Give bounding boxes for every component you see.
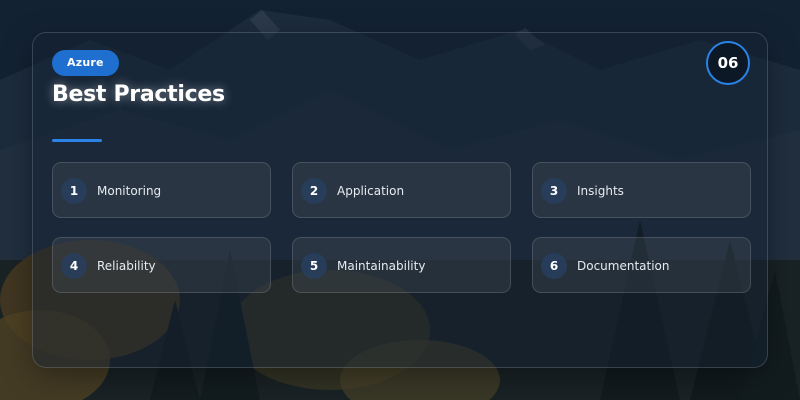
card-label: Insights: [577, 184, 624, 198]
card-label: Maintainability: [337, 259, 426, 273]
slide-number-badge: 06: [706, 41, 750, 85]
practice-card-insights[interactable]: 3 Insights: [532, 162, 751, 218]
card-number-badge: 3: [541, 178, 567, 204]
practice-card-application[interactable]: 2 Application: [292, 162, 511, 218]
practice-card-maintainability[interactable]: 5 Maintainability: [292, 237, 511, 293]
card-label: Monitoring: [97, 184, 162, 198]
card-number-badge: 2: [301, 178, 327, 204]
title-accent-rule: [52, 139, 102, 142]
card-label: Application: [337, 184, 405, 198]
card-label: Documentation: [577, 259, 670, 273]
practice-card-documentation[interactable]: 6 Documentation: [532, 237, 751, 293]
card-number-badge: 6: [541, 253, 567, 279]
practice-card-monitoring[interactable]: 1 Monitoring: [52, 162, 271, 218]
card-number-badge: 4: [61, 253, 87, 279]
card-number-badge: 1: [61, 178, 87, 204]
category-badge: Azure: [52, 50, 119, 76]
practice-card-reliability[interactable]: 4 Reliability: [52, 237, 271, 293]
card-label: Reliability: [97, 259, 156, 273]
page-title: Best Practices: [52, 82, 225, 107]
card-number-badge: 5: [301, 253, 327, 279]
